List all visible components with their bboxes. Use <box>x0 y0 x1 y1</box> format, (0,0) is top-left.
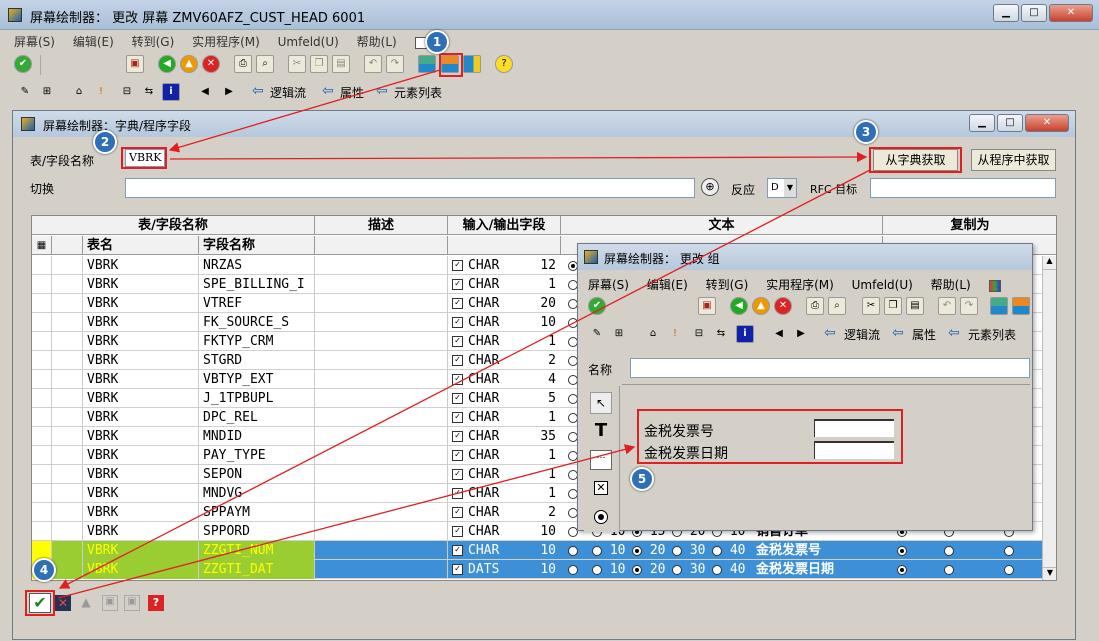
step-badge-4: 4 <box>32 558 56 582</box>
step-badge-2: 2 <box>93 130 117 154</box>
annotation-arrows <box>57 69 871 599</box>
step-badge-3: 3 <box>854 120 878 144</box>
step-badge-5: 5 <box>630 467 654 491</box>
step-badge-1: 1 <box>425 30 449 54</box>
